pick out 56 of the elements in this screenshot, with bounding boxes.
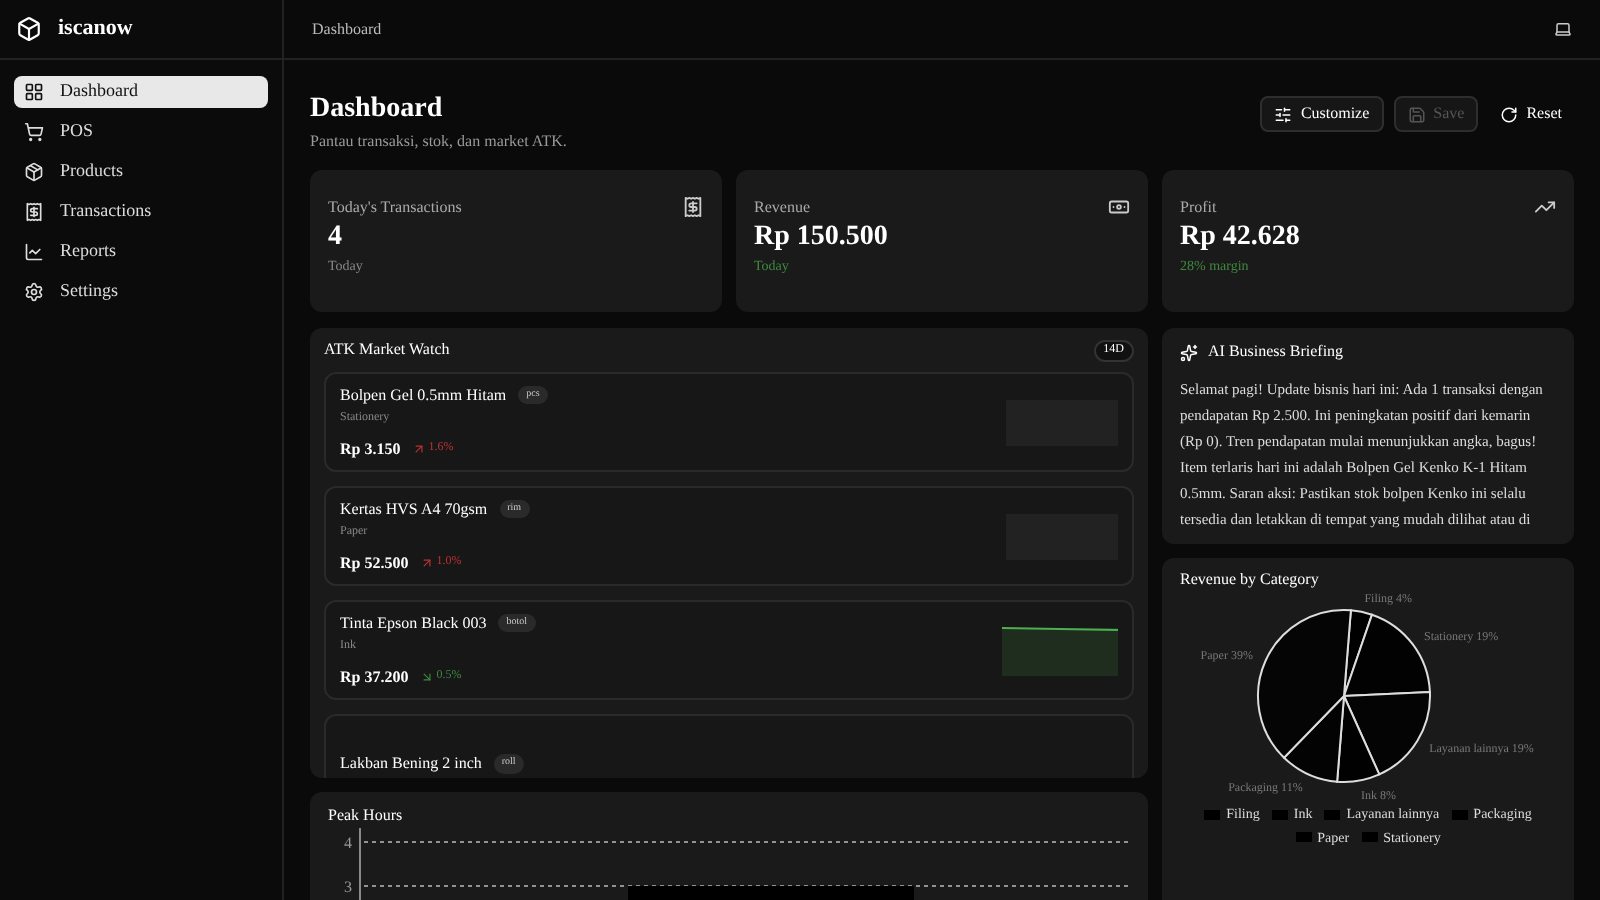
product-name: Lakban Bening 2 inch	[340, 752, 482, 776]
sidebar-item[interactable]: Reports	[14, 236, 268, 268]
cube-icon	[16, 16, 42, 42]
legend-swatch	[1204, 809, 1221, 820]
sidebar-item[interactable]: Settings	[14, 276, 268, 308]
arrow-down-icon	[420, 670, 435, 684]
sparkline-drawing	[1002, 624, 1118, 676]
stat-value: Rp 42.628	[1180, 220, 1300, 255]
box-icon	[24, 162, 44, 182]
trend-icon	[1534, 196, 1556, 218]
receipt-icon	[682, 196, 704, 218]
laptop-icon[interactable]	[1554, 20, 1572, 38]
product-name: Bolpen Gel 0.5mm Hitam	[340, 383, 507, 407]
arrow-up-icon	[412, 442, 427, 456]
arrow-up-icon	[420, 556, 435, 570]
product-price: Rp 52.500	[340, 551, 409, 575]
toolbar-button[interactable]: Customize	[1260, 96, 1384, 132]
chart-icon	[24, 242, 44, 262]
page-title: Dashboard	[310, 92, 445, 128]
receipt-icon	[24, 202, 44, 222]
stat-label: Profit	[1180, 196, 1219, 220]
sidebar-item[interactable]: Transactions	[14, 196, 268, 228]
legend-swatch	[1324, 809, 1341, 820]
product-name: Tinta Epson Black 003	[340, 611, 487, 635]
panel-title: ATK Market Watch	[324, 338, 450, 362]
page-subtitle: Pantau transaksi, stok, dan market ATK.	[310, 130, 567, 154]
cash-icon	[1108, 196, 1130, 218]
sidebar-item[interactable]: Dashboard	[14, 76, 268, 108]
stat-value: 4	[328, 220, 344, 255]
panel-title: AI Business Briefing	[1208, 340, 1344, 364]
cart-icon	[24, 122, 44, 142]
save-icon	[1407, 105, 1426, 123]
product-price: Rp 37.200	[340, 665, 409, 689]
stat-label: Today's Transactions	[328, 196, 462, 220]
legend-swatch	[1451, 809, 1468, 820]
settings-icon	[24, 282, 44, 302]
product-name: Kertas HVS A4 70gsm	[340, 497, 488, 521]
legend-swatch	[1271, 809, 1288, 820]
panel-title: Revenue by Category	[1180, 568, 1321, 592]
stat-label: Revenue	[754, 196, 812, 220]
sidebar-item[interactable]: POS	[14, 116, 268, 148]
y-tick-label: 4	[344, 834, 352, 852]
breadcrumb: Dashboard	[312, 17, 382, 41]
sliders-icon	[1274, 105, 1293, 123]
stat-value: Rp 150.500	[754, 220, 888, 255]
legend-swatch	[1295, 832, 1312, 843]
product-price: Rp 3.150	[340, 437, 401, 461]
grid-icon	[24, 82, 44, 102]
reset-icon	[1500, 105, 1519, 123]
sidebar-item[interactable]: Products	[14, 156, 268, 188]
panel-title: Peak Hours	[328, 804, 405, 828]
y-tick-label: 3	[344, 878, 352, 896]
brand-name: iscanow	[58, 14, 133, 45]
legend-swatch	[1361, 832, 1378, 843]
toolbar-button[interactable]: Reset	[1488, 96, 1574, 132]
sparkle-icon	[1180, 343, 1198, 361]
